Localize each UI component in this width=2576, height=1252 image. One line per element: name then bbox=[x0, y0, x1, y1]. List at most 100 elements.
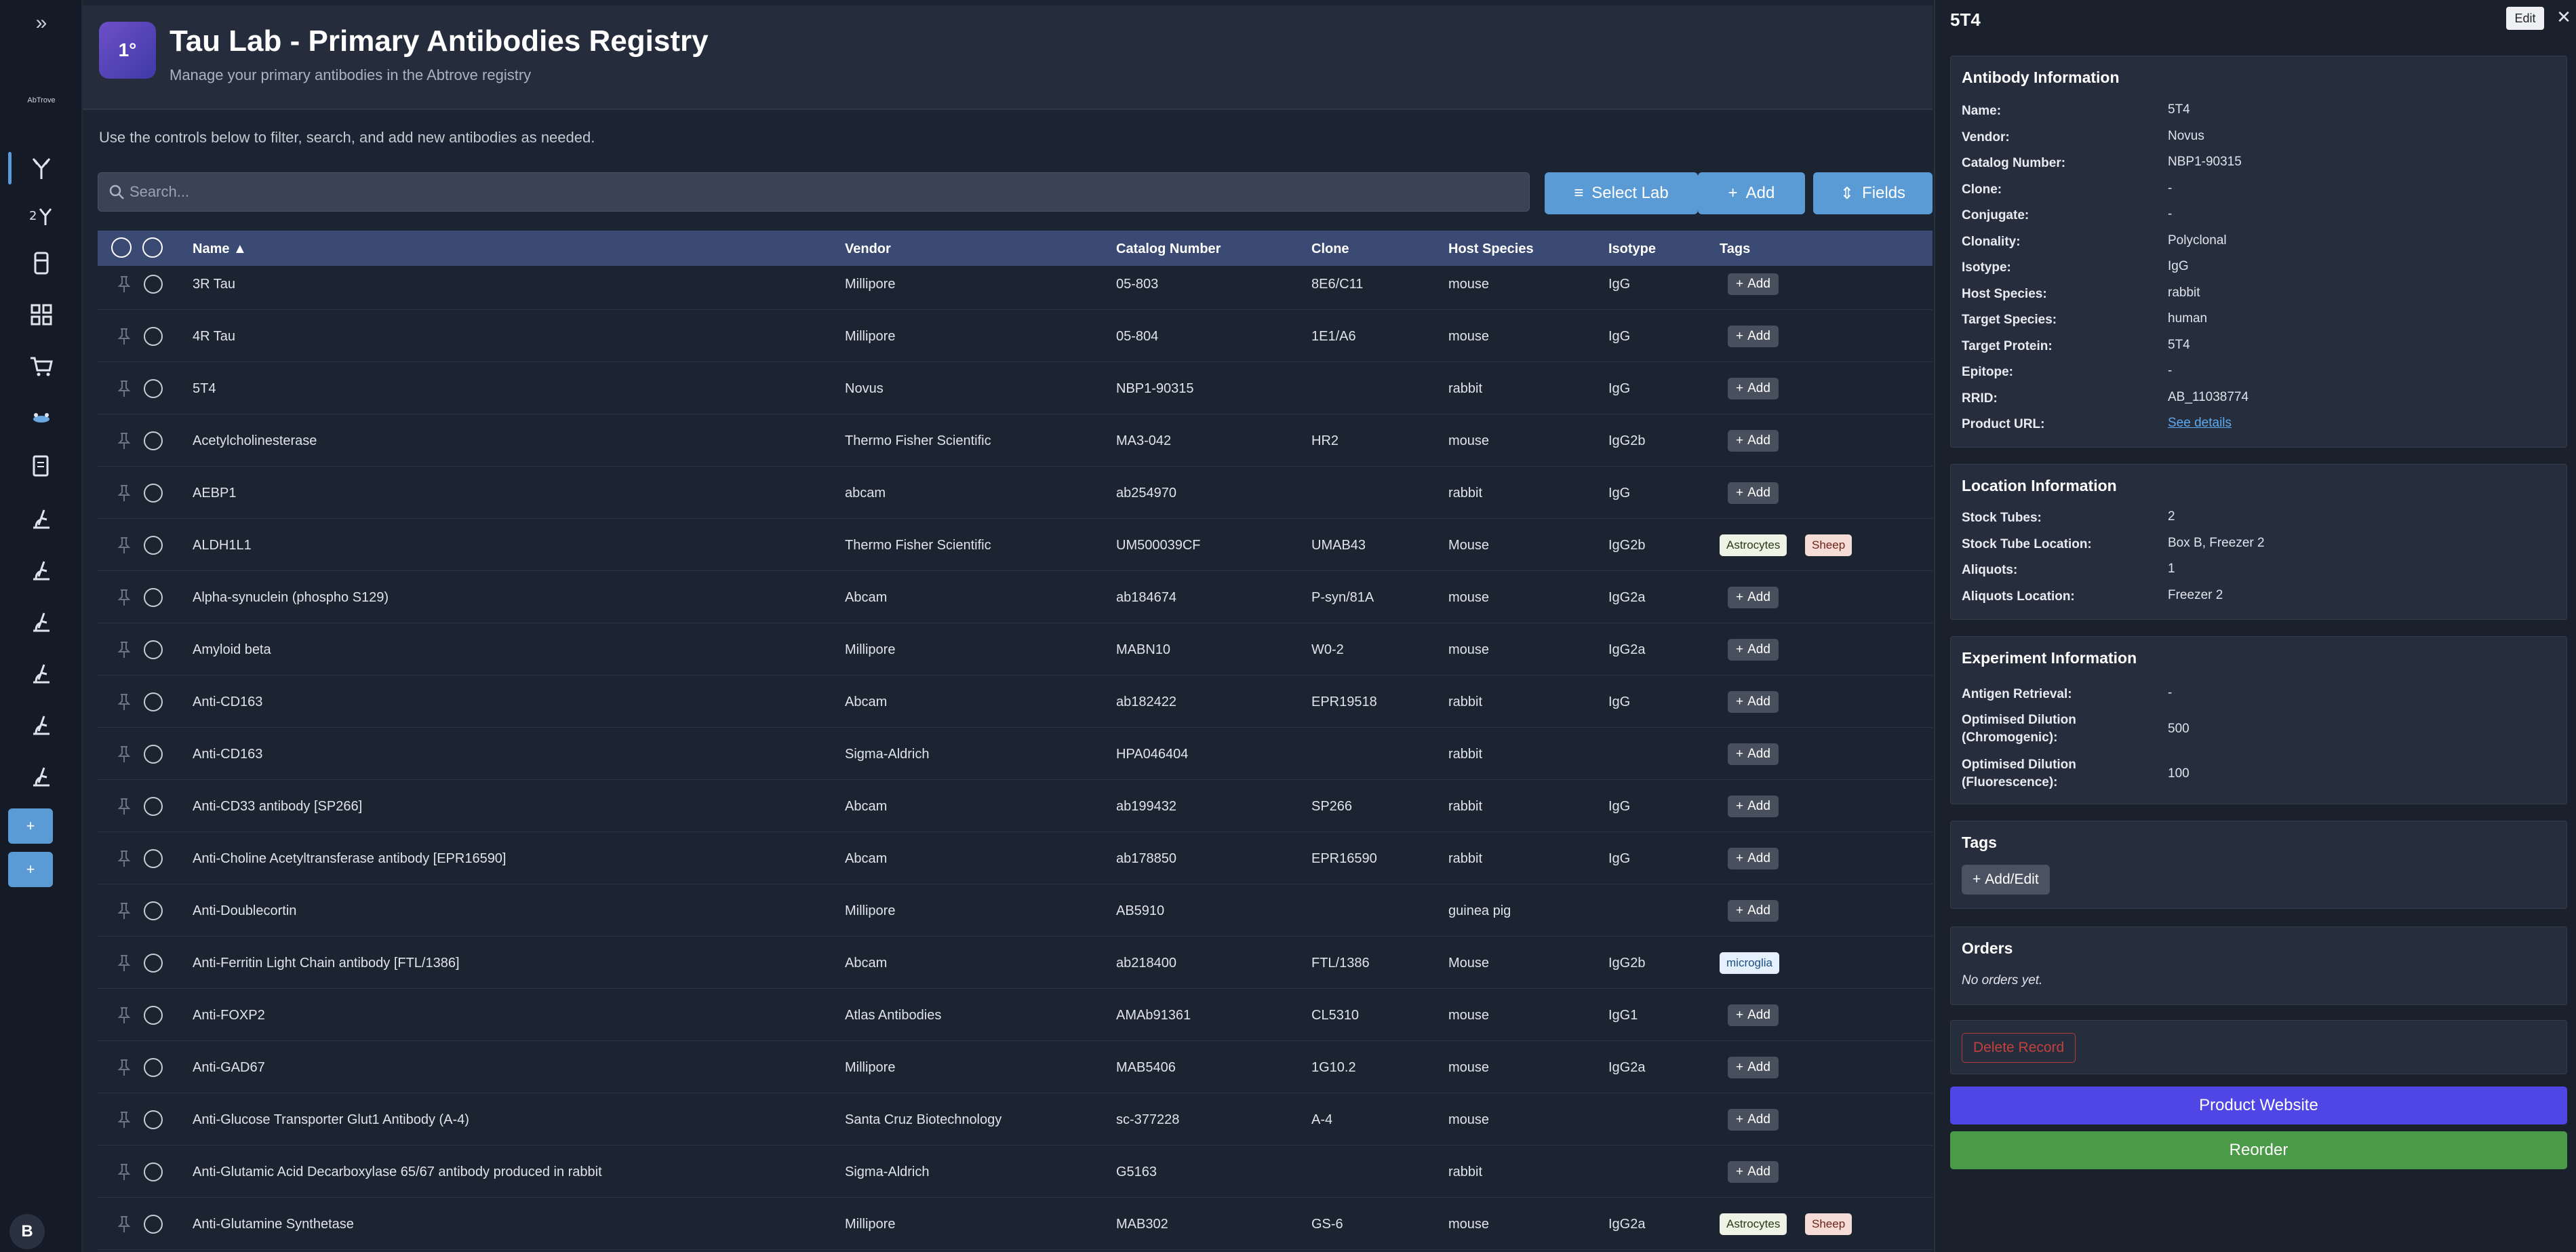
pin-icon[interactable] bbox=[117, 1111, 132, 1129]
tag-badge[interactable]: Astrocytes bbox=[1720, 1213, 1787, 1235]
nav-lab-icon[interactable] bbox=[0, 396, 83, 437]
nav-freezer-icon[interactable] bbox=[0, 243, 83, 283]
row-select-radio[interactable] bbox=[144, 954, 163, 973]
table-row[interactable]: Anti-CD163 Sigma-Aldrich HPA046404 rabbit + A… bbox=[98, 728, 1933, 780]
row-select-radio[interactable] bbox=[144, 1162, 163, 1181]
row-select-radio[interactable] bbox=[144, 536, 163, 555]
add-tag-button[interactable]: + Add bbox=[1728, 796, 1779, 817]
pin-icon[interactable] bbox=[117, 902, 132, 920]
add-tag-button[interactable]: + Add bbox=[1728, 900, 1779, 922]
add-tag-button[interactable]: + Add bbox=[1728, 1109, 1779, 1131]
nav-dashboard-icon[interactable] bbox=[0, 294, 83, 335]
pin-icon[interactable] bbox=[117, 641, 132, 659]
column-header-tags[interactable]: Tags bbox=[1720, 241, 1750, 257]
pin-icon[interactable] bbox=[117, 1215, 132, 1233]
row-select-radio[interactable] bbox=[144, 431, 163, 450]
nav-microscope-2-icon[interactable] bbox=[0, 549, 83, 590]
user-avatar[interactable]: B bbox=[9, 1214, 45, 1249]
expand-sidebar-icon[interactable]: » bbox=[0, 3, 83, 43]
pin-icon[interactable] bbox=[117, 589, 132, 606]
add-tag-button[interactable]: + Add bbox=[1728, 848, 1779, 869]
table-row[interactable]: Anti-Choline Acetyltransferase antibody … bbox=[98, 832, 1933, 884]
table-row[interactable]: AEBP1 abcam ab254970 rabbit IgG + Add bbox=[98, 467, 1933, 519]
select-lab-button[interactable]: ≡ Select Lab bbox=[1545, 172, 1698, 214]
nav-protocols-icon[interactable] bbox=[0, 446, 83, 487]
select-all-radio[interactable] bbox=[142, 237, 163, 258]
pin-icon[interactable] bbox=[117, 380, 132, 397]
pin-icon[interactable] bbox=[117, 432, 132, 450]
delete-record-button[interactable]: Delete Record bbox=[1962, 1033, 2076, 1063]
add-tag-button[interactable]: + Add bbox=[1728, 1161, 1779, 1183]
pin-icon[interactable] bbox=[117, 693, 132, 711]
table-row[interactable]: Acetylcholinesterase Thermo Fisher Scient… bbox=[98, 414, 1933, 467]
pin-icon[interactable] bbox=[117, 536, 132, 554]
table-row[interactable]: Alpha-synuclein (phospho S129) Abcam ab184… bbox=[98, 571, 1933, 623]
row-select-radio[interactable] bbox=[144, 1006, 163, 1025]
nav-secondary-antibodies-icon[interactable]: 2 bbox=[0, 194, 83, 235]
row-select-radio[interactable] bbox=[144, 901, 163, 920]
product-url-link[interactable]: See details bbox=[2168, 416, 2232, 431]
add-tag-button[interactable]: + Add bbox=[1728, 378, 1779, 399]
pin-icon[interactable] bbox=[117, 328, 132, 345]
row-select-radio[interactable] bbox=[144, 849, 163, 868]
add-tag-button[interactable]: + Add bbox=[1728, 743, 1779, 765]
column-header-clone[interactable]: Clone bbox=[1311, 241, 1349, 257]
column-header-vendor[interactable]: Vendor bbox=[845, 241, 891, 257]
row-select-radio[interactable] bbox=[144, 588, 163, 607]
row-select-radio[interactable] bbox=[144, 327, 163, 346]
add-tag-button[interactable]: + Add bbox=[1728, 639, 1779, 661]
add-tag-button[interactable]: + Add bbox=[1728, 273, 1779, 295]
nav-microscope-4-icon[interactable] bbox=[0, 652, 83, 693]
column-header-name[interactable]: Name ▲ bbox=[193, 241, 247, 257]
fields-button[interactable]: ⇕ Fields bbox=[1813, 172, 1933, 214]
search-field[interactable] bbox=[98, 172, 1530, 212]
pin-icon[interactable] bbox=[117, 1006, 132, 1024]
pin-icon[interactable] bbox=[117, 850, 132, 867]
table-row[interactable]: ALDH1L1 Thermo Fisher Scientific UM500039C… bbox=[98, 519, 1933, 571]
pin-icon[interactable] bbox=[117, 275, 132, 293]
column-header-host-species[interactable]: Host Species bbox=[1448, 241, 1534, 257]
add-tag-button[interactable]: + Add bbox=[1728, 1004, 1779, 1026]
search-input[interactable] bbox=[130, 183, 1529, 201]
row-select-radio[interactable] bbox=[144, 692, 163, 711]
close-icon[interactable]: ✕ bbox=[2554, 7, 2574, 27]
table-row[interactable]: Anti-Glutamine Synthetase Millipore MAB302… bbox=[98, 1198, 1933, 1250]
table-row[interactable]: Anti-Glucose Transporter Glut1 Antibody … bbox=[98, 1093, 1933, 1146]
edit-button[interactable]: Edit bbox=[2506, 7, 2544, 30]
pin-icon[interactable] bbox=[117, 1059, 132, 1076]
column-header-isotype[interactable]: Isotype bbox=[1608, 241, 1656, 257]
table-row[interactable]: Anti-CD163 Abcam ab182422 EPR19518 rabbit IgG… bbox=[98, 676, 1933, 728]
nav-microscope-3-icon[interactable] bbox=[0, 601, 83, 642]
add-tag-button[interactable]: + Add bbox=[1728, 482, 1779, 504]
row-select-radio[interactable] bbox=[144, 640, 163, 659]
sidebar-add-button-1[interactable]: + bbox=[8, 808, 53, 844]
row-select-radio[interactable] bbox=[144, 1058, 163, 1077]
product-website-button[interactable]: Product Website bbox=[1950, 1087, 2567, 1124]
tag-badge[interactable]: microglia bbox=[1720, 952, 1780, 974]
nav-microscope-1-icon[interactable] bbox=[0, 498, 83, 539]
add-tag-button[interactable]: + Add bbox=[1728, 430, 1779, 452]
add-tag-button[interactable]: + Add bbox=[1728, 1057, 1779, 1078]
add-edit-tags-button[interactable]: + Add/Edit bbox=[1962, 865, 2050, 895]
row-select-radio[interactable] bbox=[144, 1110, 163, 1129]
table-row[interactable]: Anti-FOXP2 Atlas Antibodies AMAb91361 CL531… bbox=[98, 989, 1933, 1041]
row-select-radio[interactable] bbox=[144, 797, 163, 816]
table-row[interactable]: Anti-GAD67 Millipore MAB5406 1G10.2 mouse IgG… bbox=[98, 1041, 1933, 1093]
row-select-radio[interactable] bbox=[144, 379, 163, 398]
table-row[interactable]: 3R Tau Millipore 05-803 8E6/C11 mouse IgG + Add bbox=[98, 258, 1933, 310]
reorder-button[interactable]: Reorder bbox=[1950, 1131, 2567, 1169]
pin-icon[interactable] bbox=[117, 1163, 132, 1181]
row-select-radio[interactable] bbox=[144, 484, 163, 503]
add-tag-button[interactable]: + Add bbox=[1728, 691, 1779, 713]
tag-badge[interactable]: Astrocytes bbox=[1720, 534, 1787, 556]
table-row[interactable]: Anti-Ferritin Light Chain antibody [FTL/… bbox=[98, 937, 1933, 989]
add-tag-button[interactable]: + Add bbox=[1728, 326, 1779, 347]
row-select-radio[interactable] bbox=[144, 745, 163, 764]
row-select-radio[interactable] bbox=[144, 1215, 163, 1234]
tag-badge[interactable]: Sheep bbox=[1805, 1213, 1852, 1235]
column-header-catalog[interactable]: Catalog Number bbox=[1116, 241, 1221, 257]
table-row[interactable]: 4R Tau Millipore 05-804 1E1/A6 mouse IgG + Add bbox=[98, 310, 1933, 362]
nav-microscope-6-icon[interactable] bbox=[0, 756, 83, 796]
tag-badge[interactable]: Sheep bbox=[1805, 534, 1852, 556]
pin-icon[interactable] bbox=[117, 484, 132, 502]
